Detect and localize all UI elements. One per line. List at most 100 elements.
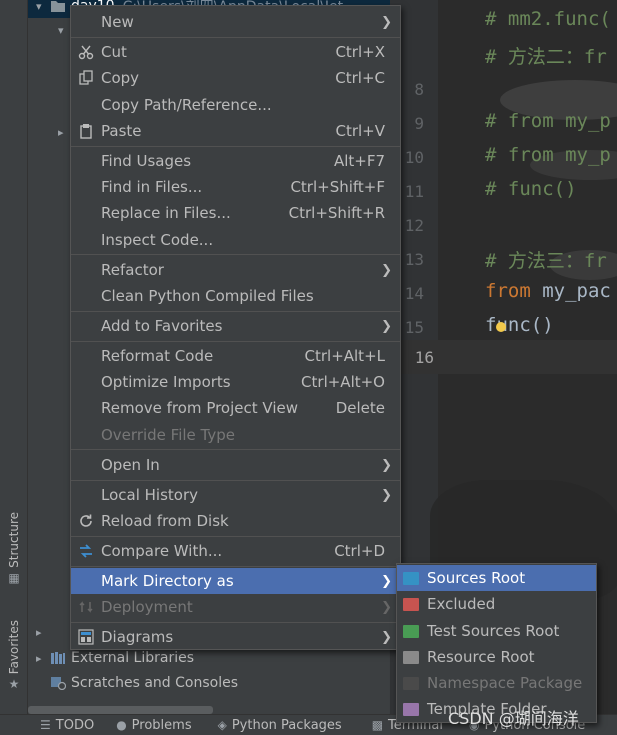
menu-item-label: Refactor bbox=[101, 261, 164, 279]
deployment-icon bbox=[77, 598, 95, 616]
submenu-item-label: Excluded bbox=[427, 595, 496, 613]
menu-item-remove-from-project[interactable]: Remove from Project View Delete bbox=[71, 395, 400, 421]
chevron-right-icon: ❯ bbox=[381, 629, 392, 645]
submenu-item-label: Test Sources Root bbox=[427, 622, 560, 640]
tree-row-scratches[interactable]: Scratches and Consoles bbox=[28, 671, 238, 695]
diagram-icon bbox=[77, 628, 95, 646]
code-line: # func() bbox=[485, 178, 577, 200]
folder-icon bbox=[403, 571, 419, 585]
menu-item-label: New bbox=[101, 13, 134, 31]
menu-item-label: Cut bbox=[101, 43, 127, 61]
context-menu: New ❯ Cut Ctrl+X Copy Ctrl+C Copy Path/R… bbox=[70, 5, 401, 650]
menu-item-label: Mark Directory as bbox=[101, 572, 234, 590]
folder-icon bbox=[403, 702, 419, 716]
menu-item-label: Deployment bbox=[101, 598, 193, 616]
chevron-right-icon: ▸ bbox=[36, 651, 42, 665]
menu-item-label: Remove from Project View bbox=[101, 399, 298, 417]
scratches-icon bbox=[51, 677, 66, 690]
menu-item-label: Replace in Files... bbox=[101, 204, 231, 222]
tree-row-expander[interactable]: ▾ bbox=[28, 18, 72, 42]
menu-item-cut[interactable]: Cut Ctrl+X bbox=[71, 39, 400, 65]
tree-row-collapsed-1[interactable]: ▸ bbox=[28, 620, 50, 644]
menu-item-refactor[interactable]: Refactor ❯ bbox=[71, 257, 400, 283]
menu-item-find-usages[interactable]: Find Usages Alt+F7 bbox=[71, 148, 400, 174]
menu-item-label: Find in Files... bbox=[101, 178, 203, 196]
folder-icon bbox=[403, 676, 419, 690]
terminal-icon: ▩ bbox=[371, 718, 384, 732]
chevron-right-icon: ❯ bbox=[381, 318, 392, 334]
menu-item-clean-compiled[interactable]: Clean Python Compiled Files bbox=[71, 283, 400, 309]
list-icon: ☰ bbox=[40, 718, 51, 732]
compare-icon bbox=[77, 542, 95, 560]
submenu-item-label: Sources Root bbox=[427, 569, 526, 587]
todo-tab-label: TODO bbox=[55, 717, 95, 733]
packages-icon: ◈ bbox=[217, 718, 227, 732]
menu-item-label: Diagrams bbox=[101, 628, 174, 646]
menu-item-shortcut: Ctrl+X bbox=[335, 43, 385, 61]
menu-item-replace-in-files[interactable]: Replace in Files... Ctrl+Shift+R bbox=[71, 200, 400, 226]
menu-item-copy-path[interactable]: Copy Path/Reference... bbox=[71, 92, 400, 118]
menu-item-shortcut: Ctrl+Alt+O bbox=[301, 373, 385, 391]
watermark: CSDN @瑚间海洋 bbox=[448, 709, 579, 728]
favorites-tab-label: Favorites bbox=[7, 620, 21, 675]
submenu-item-resource-root[interactable]: Resource Root bbox=[397, 644, 596, 670]
menu-item-diagrams[interactable]: Diagrams ❯ bbox=[71, 624, 400, 650]
menu-separator bbox=[71, 254, 400, 255]
problems-tab[interactable]: ● Problems bbox=[116, 718, 191, 733]
menu-item-label: Inspect Code... bbox=[101, 231, 214, 249]
code-line: # from my_p bbox=[485, 144, 611, 166]
menu-item-label: Copy Path/Reference... bbox=[101, 96, 272, 114]
reload-icon bbox=[77, 512, 95, 530]
python-packages-tab[interactable]: ◈ Python Packages bbox=[218, 718, 342, 733]
mark-directory-submenu: Sources Root Excluded Test Sources Root … bbox=[396, 563, 597, 723]
problems-tab-label: Problems bbox=[131, 717, 192, 733]
menu-item-override-file-type: Override File Type bbox=[71, 422, 400, 448]
submenu-item-test-sources-root[interactable]: Test Sources Root bbox=[397, 618, 596, 644]
menu-item-copy[interactable]: Copy Ctrl+C bbox=[71, 65, 400, 91]
scissors-icon bbox=[77, 43, 95, 61]
menu-separator bbox=[71, 341, 400, 342]
menu-item-new[interactable]: New ❯ bbox=[71, 9, 400, 35]
clipboard-icon bbox=[77, 122, 95, 140]
menu-item-local-history[interactable]: Local History ❯ bbox=[71, 482, 400, 508]
menu-item-shortcut: Ctrl+Alt+L bbox=[304, 347, 386, 365]
menu-item-reload-from-disk[interactable]: Reload from Disk bbox=[71, 508, 400, 534]
menu-item-mark-directory-as[interactable]: Mark Directory as ❯ bbox=[71, 568, 400, 594]
chevron-right-icon: ❯ bbox=[381, 457, 392, 473]
chevron-down-icon: ▾ bbox=[36, 0, 42, 13]
structure-tab[interactable]: Structure ▦ bbox=[2, 512, 26, 584]
favorites-tab[interactable]: Favorites ★ bbox=[2, 620, 26, 690]
chevron-right-icon: ❯ bbox=[381, 262, 392, 278]
menu-item-find-in-files[interactable]: Find in Files... Ctrl+Shift+F bbox=[71, 174, 400, 200]
folder-icon bbox=[51, 1, 65, 12]
submenu-item-excluded[interactable]: Excluded bbox=[397, 591, 596, 617]
menu-item-reformat-code[interactable]: Reformat Code Ctrl+Alt+L bbox=[71, 343, 400, 369]
menu-separator bbox=[71, 146, 400, 147]
menu-item-open-in[interactable]: Open In ❯ bbox=[71, 452, 400, 478]
todo-tab[interactable]: ☰ TODO bbox=[40, 718, 94, 733]
lightbulb-icon[interactable] bbox=[496, 322, 506, 332]
submenu-item-sources-root[interactable]: Sources Root bbox=[397, 565, 596, 591]
keyword-from: from bbox=[485, 280, 531, 302]
resource-folder-icon bbox=[403, 650, 419, 664]
menu-item-add-to-favorites[interactable]: Add to Favorites ❯ bbox=[71, 313, 400, 339]
horizontal-scrollbar[interactable] bbox=[28, 706, 213, 714]
menu-item-optimize-imports[interactable]: Optimize Imports Ctrl+Alt+O bbox=[71, 369, 400, 395]
menu-item-shortcut: Ctrl+V bbox=[335, 122, 385, 140]
submenu-item-label: Namespace Package bbox=[427, 674, 583, 692]
left-tool-strip: Structure ▦ Favorites ★ bbox=[0, 0, 28, 714]
menu-item-compare-with[interactable]: Compare With... Ctrl+D bbox=[71, 538, 400, 564]
structure-icon: ▦ bbox=[8, 570, 20, 585]
menu-item-label: Clean Python Compiled Files bbox=[101, 287, 314, 305]
menu-item-label: Local History bbox=[101, 486, 199, 504]
tree-row-expander-2[interactable]: ▸ bbox=[28, 120, 72, 144]
submenu-item-label: Resource Root bbox=[427, 648, 535, 666]
menu-item-shortcut: Ctrl+Shift+F bbox=[290, 178, 385, 196]
code-line: # mm2.func( bbox=[485, 8, 611, 30]
menu-item-inspect-code[interactable]: Inspect Code... bbox=[71, 227, 400, 253]
chevron-right-icon: ❯ bbox=[381, 573, 392, 589]
folder-icon bbox=[403, 624, 419, 638]
menu-item-paste[interactable]: Paste Ctrl+V bbox=[71, 118, 400, 144]
menu-item-label: Reformat Code bbox=[101, 347, 214, 365]
menu-item-label: Find Usages bbox=[101, 152, 192, 170]
